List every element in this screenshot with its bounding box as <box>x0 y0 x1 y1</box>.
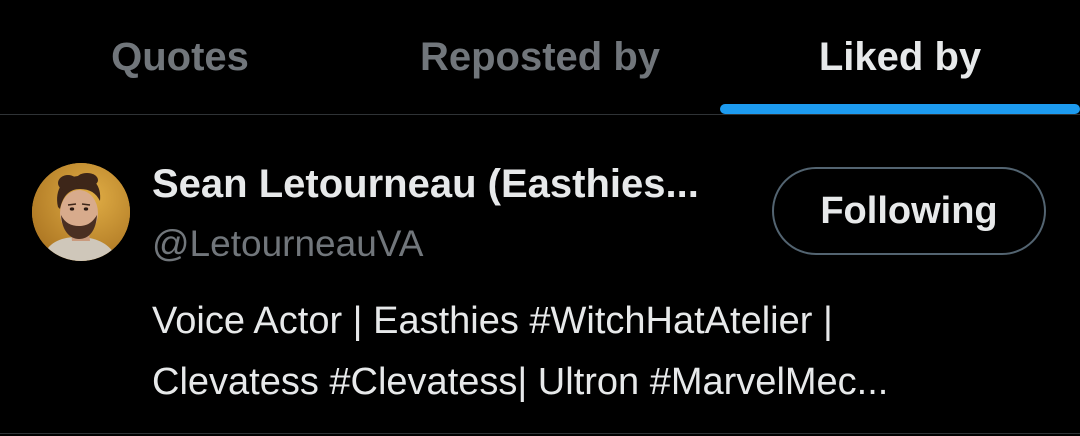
following-button-label: Following <box>820 189 998 232</box>
tab-quotes[interactable]: Quotes <box>40 0 320 114</box>
user-cell[interactable]: Sean Letourneau (Easthies... @Letourneau… <box>0 115 1080 436</box>
tab-reposted-by-label: Reposted by <box>419 35 661 79</box>
divider <box>0 433 1080 434</box>
user-display-name[interactable]: Sean Letourneau (Easthies... <box>152 161 767 207</box>
tab-liked-by-label: Liked by <box>818 35 982 79</box>
user-bio: Voice Actor | Easthies #WitchHatAtelier … <box>152 291 1052 413</box>
tab-reposted-by[interactable]: Reposted by <box>360 0 720 114</box>
profile-photo-icon <box>32 163 130 261</box>
user-bio-line: Clevatess #Clevatess| Ultron #MarvelMec.… <box>152 361 889 403</box>
tab-quotes-label: Quotes <box>111 35 249 79</box>
following-button[interactable]: Following <box>772 167 1046 255</box>
avatar[interactable] <box>32 163 130 261</box>
active-tab-indicator <box>720 104 1080 114</box>
user-bio-line: Voice Actor | Easthies #WitchHatAtelier … <box>152 300 833 342</box>
tab-liked-by[interactable]: Liked by <box>720 0 1080 114</box>
user-handle[interactable]: @LetourneauVA <box>152 222 423 266</box>
tab-bar: Quotes Reposted by Liked by <box>0 0 1080 115</box>
